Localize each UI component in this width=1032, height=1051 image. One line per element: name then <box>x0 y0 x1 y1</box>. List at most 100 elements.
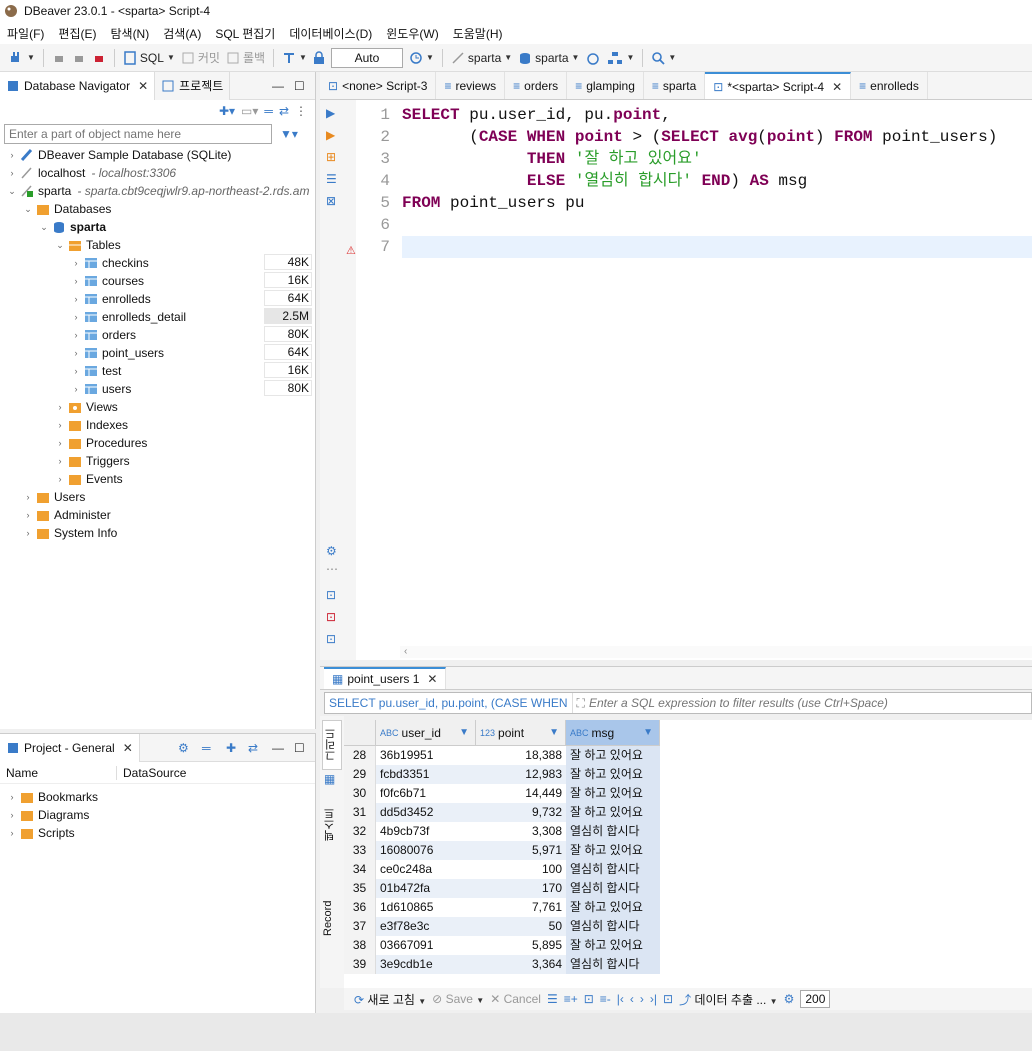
expand-icon[interactable]: ⛶ <box>573 696 589 711</box>
table-item-checkins[interactable]: › checkins <box>70 254 149 272</box>
chevron-right-icon[interactable]: › <box>22 492 34 502</box>
close-icon[interactable]: ✕ <box>832 80 842 94</box>
result-filter-input[interactable] <box>588 696 1031 710</box>
invalidate-button[interactable] <box>72 51 86 65</box>
fetch-size-input[interactable]: 200 <box>800 990 831 1008</box>
tree-item-indexes[interactable]: › Indexes <box>54 416 129 434</box>
cell-point[interactable]: 14,449 <box>476 784 566 803</box>
table-item-orders[interactable]: › orders <box>70 326 137 344</box>
cell-msg[interactable]: 잘 하고 있어요 <box>566 898 660 917</box>
maximize-icon[interactable]: ☐ <box>294 79 305 93</box>
connect-button[interactable] <box>52 51 66 65</box>
chevron-right-icon[interactable]: › <box>6 168 18 178</box>
table-row[interactable]: 32 4b9cb73f 3,308 열심히 합시다 <box>344 822 1032 841</box>
cell-point[interactable]: 9,732 <box>476 803 566 822</box>
tree-item-databases[interactable]: ⌄ Databases <box>22 200 111 218</box>
chevron-right-icon[interactable]: › <box>70 312 82 322</box>
tab-sparta[interactable]: ≡ sparta <box>644 72 706 99</box>
cell-msg[interactable]: 잘 하고 있어요 <box>566 765 660 784</box>
add-icon[interactable]: ✚ <box>226 741 236 755</box>
table-item-enrolleds[interactable]: › enrolleds <box>70 290 151 308</box>
cell-msg[interactable]: 열심히 합시다 <box>566 955 660 974</box>
cell-user-id[interactable]: 16080076 <box>376 841 476 860</box>
chevron-right-icon[interactable]: › <box>6 810 18 820</box>
cell-msg[interactable]: 잘 하고 있어요 <box>566 803 660 822</box>
first-page-icon[interactable]: |‹ <box>617 992 624 1006</box>
add-row-icon[interactable]: ≡+ <box>564 992 578 1006</box>
tab-script-4[interactable]: ⊡ *<sparta> Script-4 ✕ <box>705 72 852 99</box>
code-line[interactable]: ELSE '열심히 합시다' END) AS msg <box>402 170 807 192</box>
tab-orders[interactable]: ≡ orders <box>505 72 568 99</box>
new-connection-icon[interactable]: ✚▾ <box>219 104 235 118</box>
column-name[interactable]: Name <box>0 766 116 780</box>
menu-navigate[interactable]: 탐색(N) <box>103 25 156 42</box>
tree-item-db-sparta[interactable]: ⌄ sparta <box>38 218 106 236</box>
cell-user-id[interactable]: dd5d3452 <box>376 803 476 822</box>
close-icon[interactable]: ✕ <box>138 79 148 93</box>
tree-item-diagrams[interactable]: › Diagrams <box>6 806 90 824</box>
cell-user-id[interactable]: 36b19951 <box>376 746 476 765</box>
export-icon[interactable]: ⊡ <box>326 588 336 602</box>
active-schema-selector[interactable]: sparta ▼ <box>518 51 579 65</box>
table-row[interactable]: 34 ce0c248a 100 열심히 합시다 <box>344 860 1032 879</box>
table-row[interactable]: 30 f0fc6b71 14,449 잘 하고 있어요 <box>344 784 1032 803</box>
transaction-mode-button[interactable]: ▼ <box>282 51 307 65</box>
cell-point[interactable]: 50 <box>476 917 566 936</box>
tree-item-system-info[interactable]: › System Info <box>22 524 118 542</box>
copy-row-icon[interactable]: ⊡ <box>584 992 594 1006</box>
cell-point[interactable]: 3,364 <box>476 955 566 974</box>
table-row[interactable]: 35 01b472fa 170 열심히 합시다 <box>344 879 1032 898</box>
execute-script-icon[interactable]: ▶ <box>326 128 335 142</box>
chevron-right-icon[interactable]: › <box>70 384 82 394</box>
cell-user-id[interactable]: 4b9cb73f <box>376 822 476 841</box>
minimize-icon[interactable]: — <box>272 741 284 755</box>
view-text-tab[interactable]: 텍스트 <box>322 800 342 850</box>
column-datasource[interactable]: DataSource <box>116 765 186 780</box>
fetch-all-icon[interactable]: ⊡ <box>663 992 673 1006</box>
menu-database[interactable]: 데이터베이스(D) <box>282 25 379 42</box>
close-icon[interactable]: ✕ <box>123 741 133 755</box>
code-line[interactable]: SELECT pu.user_id, pu.point, <box>402 104 671 126</box>
tree-item-users[interactable]: › Users <box>22 488 86 506</box>
minimize-icon[interactable]: — <box>272 79 284 93</box>
refresh-button[interactable]: ⟳ 새로 고침 ▼ <box>354 991 426 1008</box>
cell-point[interactable]: 3,308 <box>476 822 566 841</box>
chevron-down-icon[interactable]: ⌄ <box>54 240 66 251</box>
cell-user-id[interactable]: f0fc6b71 <box>376 784 476 803</box>
chevron-right-icon[interactable]: › <box>70 294 82 304</box>
gear-icon[interactable]: ⚙ <box>784 992 795 1006</box>
collapse-all-icon[interactable]: ═ <box>264 104 273 118</box>
tree-item-localhost[interactable]: › localhost - localhost:3306 <box>6 164 177 182</box>
disconnect-button[interactable] <box>92 51 106 65</box>
more-icon[interactable]: ⋯ <box>326 562 338 576</box>
code-line[interactable]: FROM point_users pu <box>402 192 584 214</box>
cell-msg[interactable]: 잘 하고 있어요 <box>566 746 660 765</box>
cell-point[interactable]: 12,983 <box>476 765 566 784</box>
tree-item-tables[interactable]: ⌄ Tables <box>54 236 120 254</box>
cell-point[interactable]: 170 <box>476 879 566 898</box>
column-header-point[interactable]: 123 point ▼ <box>476 720 566 746</box>
editor-horizontal-scrollbar[interactable]: ‹ <box>400 646 1032 658</box>
cell-msg[interactable]: 잘 하고 있어요 <box>566 841 660 860</box>
tab-point-users-result[interactable]: ▦ point_users 1 ✕ <box>324 667 447 689</box>
table-item-point-users[interactable]: › point_users <box>70 344 165 362</box>
table-row[interactable]: 28 36b19951 18,388 잘 하고 있어요 <box>344 746 1032 765</box>
chevron-right-icon[interactable]: › <box>54 402 66 412</box>
view-grid-tab[interactable]: 그리드 <box>322 720 342 770</box>
active-connection-selector[interactable]: sparta ▼ <box>451 51 512 65</box>
menu-file[interactable]: 파일(F) <box>0 25 51 42</box>
code-line[interactable]: THEN '잘 하고 있어요' <box>402 148 702 170</box>
cell-point[interactable]: 18,388 <box>476 746 566 765</box>
cell-msg[interactable]: 열심히 합시다 <box>566 860 660 879</box>
close-icon[interactable]: ✕ <box>427 672 437 686</box>
chevron-right-icon[interactable]: › <box>6 792 18 802</box>
execute-statement-icon[interactable]: ▶ <box>326 106 335 120</box>
collapse-icon[interactable]: ═ <box>202 741 211 755</box>
last-page-icon[interactable]: ›| <box>650 992 657 1006</box>
table-item-enrolleds-detail[interactable]: › enrolleds_detail <box>70 308 187 326</box>
column-header-msg[interactable]: ABC msg ▼ <box>566 720 660 746</box>
gear-icon[interactable]: ⚙ <box>178 741 189 755</box>
tree-item-triggers[interactable]: › Triggers <box>54 452 130 470</box>
chevron-right-icon[interactable]: › <box>70 348 82 358</box>
tab-reviews[interactable]: ≡ reviews <box>436 72 506 99</box>
